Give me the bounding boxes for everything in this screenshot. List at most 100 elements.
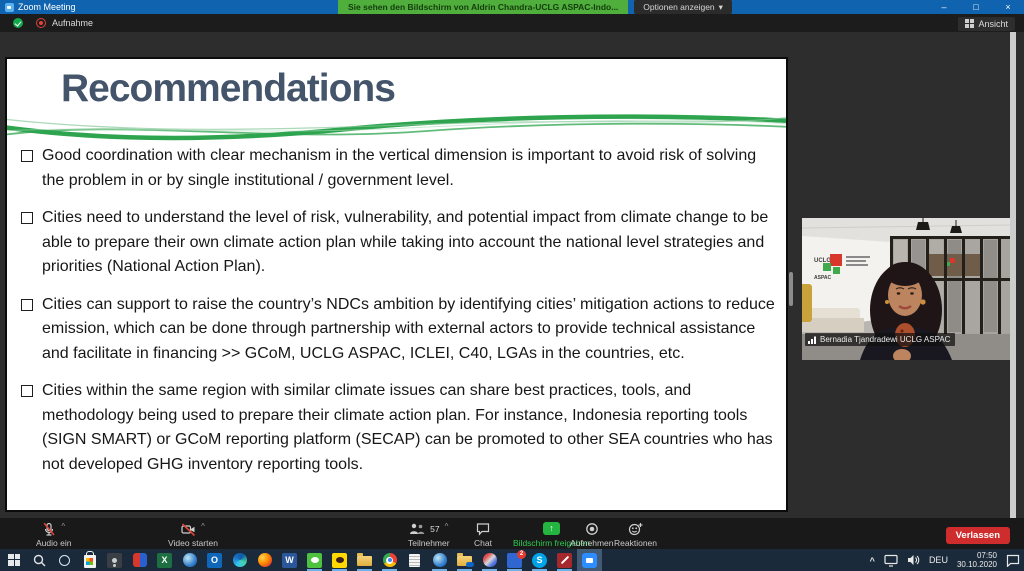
audio-options-caret[interactable]: ^ [61,523,65,531]
word-icon: W [282,553,297,568]
bullet-item: Good coordination with clear mechanism i… [21,144,777,193]
rocket-app-icon [483,553,497,567]
taskbar-wechat[interactable] [302,549,327,571]
zoom-meeting-window: Zoom Meeting Sie sehen den Bildschirm vo… [0,0,1024,571]
taskbar-remote-app[interactable] [102,549,127,571]
square-bullet-icon [21,385,33,397]
participant-video[interactable]: UCLG ASPAC [802,218,1010,360]
taskbar-colorful-app[interactable] [127,549,152,571]
display-network-icon[interactable] [884,554,898,567]
taskbar-search[interactable] [27,549,52,571]
square-bullet-icon [21,299,33,311]
taskbar-kakao[interactable] [327,549,352,571]
close-button[interactable]: × [992,0,1024,14]
taskbar-edge[interactable] [227,549,252,571]
participant-name-tag: Bernadia Tjandradewi UCLG ASPAC [805,333,955,346]
grid-view-icon [965,19,974,28]
cortana-icon [59,555,70,566]
taskbar-word[interactable]: W [277,549,302,571]
taskbar-notepad[interactable] [402,549,427,571]
edge-icon [233,553,247,567]
recording-label: Aufnahme [52,18,93,28]
reactions-smiley-icon [628,522,643,536]
reactions-button[interactable]: Reaktionen [614,522,657,548]
outlook-icon: O [207,553,222,568]
pdf-app-icon [557,553,572,568]
shared-slide: Recommendations Good coordination with c… [5,57,788,512]
taskbar-firefox[interactable] [252,549,277,571]
tray-expand-chevron[interactable]: ^ [870,556,875,566]
chat-button[interactable]: Chat [474,522,492,548]
participants-count: 57 [430,524,439,534]
taskbar-globe-app[interactable] [177,549,202,571]
scrollbar-thumb[interactable] [789,272,793,306]
taskbar-skype[interactable]: S [527,549,552,571]
keyboard-language[interactable]: DEU [929,555,948,565]
excel-icon: X [157,553,172,568]
taskbar-pdf-app[interactable] [552,549,577,571]
wechat-icon [307,553,322,568]
security-shield-icon[interactable] [13,18,23,28]
show-options-button[interactable]: Optionen anzeigen ▾ [634,0,732,14]
video-options-caret[interactable]: ^ [201,523,205,531]
tray-time: 07:50 [977,551,997,560]
participants-button[interactable]: 57 ^ Teilnehmer [408,522,450,548]
taskbar-store[interactable] [77,549,102,571]
bullet-item: Cities within the same region with simil… [21,379,777,477]
tray-clock[interactable]: 07:50 30.10.2020 [957,551,997,569]
taskbar-explorer[interactable] [352,549,377,571]
taskbar-outlook[interactable]: O [202,549,227,571]
taskbar-badge-app[interactable]: 2 [502,549,527,571]
action-center-icon[interactable] [1006,554,1020,567]
bullet-item: Cities need to understand the level of r… [21,206,777,280]
messenger-app-icon: 2 [507,553,522,568]
skype-icon: S [532,553,547,568]
window-title: Zoom Meeting [18,2,76,12]
right-edge-strip [1010,32,1016,518]
bullet-item: Cities can support to raise the country’… [21,293,777,367]
windows-logo-icon [8,554,21,567]
recording-icon [36,18,46,28]
chevron-down-icon: ▾ [719,2,723,13]
green-swoosh-decoration [7,105,786,143]
audio-button[interactable]: ^ Audio ein [36,522,71,548]
signal-bars-icon [808,336,817,344]
minimize-button[interactable]: – [928,0,960,14]
chat-bubble-icon [476,522,490,536]
taskbar-zoom[interactable] [577,549,602,571]
notepad-icon [409,554,420,567]
taskbar-onedrive-folder[interactable] [452,549,477,571]
cloud-folder-icon [457,556,472,566]
leave-meeting-button[interactable]: Verlassen [946,527,1010,544]
window-titlebar: Zoom Meeting Sie sehen den Bildschirm vo… [0,0,1024,14]
taskbar-globe2-app[interactable] [427,549,452,571]
zoom-app-icon [5,3,14,12]
start-button[interactable] [2,549,27,571]
system-tray: ^ DEU 07:50 30.10.2020 [870,549,1020,571]
screen-share-banner: Sie sehen den Bildschirm von Aldrin Chan… [338,0,628,14]
kakaotalk-icon [332,553,347,568]
maximize-button[interactable]: □ [960,0,992,14]
remote-app-icon [107,553,122,568]
taskbar-rocket-app[interactable] [477,549,502,571]
globe-app-icon [183,553,197,567]
muted-mic-icon [42,522,56,537]
participants-icon [409,522,425,536]
taskbar-excel[interactable]: X [152,549,177,571]
square-bullet-icon [21,212,33,224]
speaker-icon[interactable] [907,554,920,566]
taskbar-cortana[interactable] [52,549,77,571]
internet-app-icon [433,553,447,567]
taskbar-chrome[interactable] [377,549,402,571]
chrome-icon [383,553,397,567]
view-button[interactable]: Ansicht [958,17,1015,31]
slide-bullet-list: Good coordination with clear mechanism i… [21,144,777,490]
video-button[interactable]: ^ Video starten [168,522,218,548]
participants-caret[interactable]: ^ [445,523,449,531]
colorful-app-icon [133,553,147,567]
record-button[interactable]: Aufnehmen [570,522,613,548]
svg-text:ASPAC: ASPAC [814,275,832,281]
microsoft-store-icon [84,555,96,568]
square-bullet-icon [21,150,33,162]
tray-date: 30.10.2020 [957,560,997,569]
